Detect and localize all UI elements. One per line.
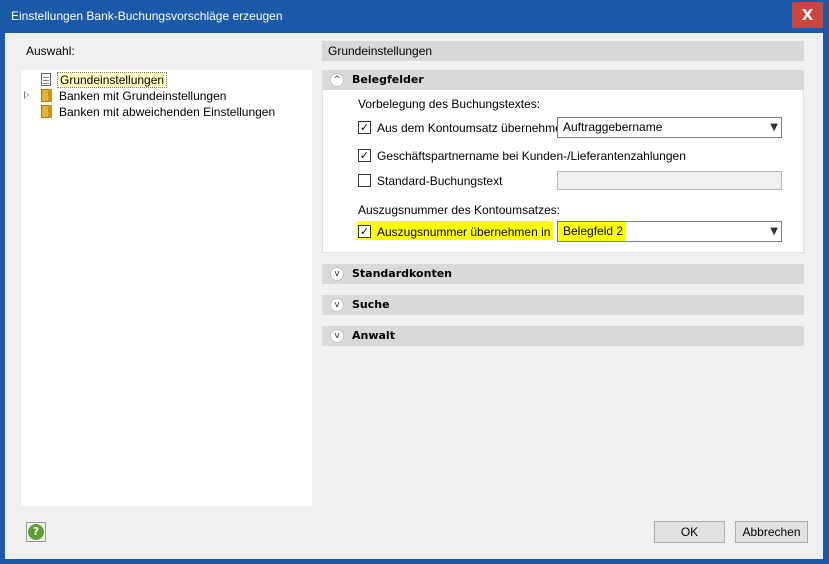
group-header-anwalt[interactable]: v Anwalt [322, 326, 804, 346]
tree-item-label: Banken mit abweichenden Einstellungen [59, 105, 276, 119]
chevron-down-icon: ▼ [770, 122, 778, 133]
group-title: Suche [352, 298, 390, 311]
cancel-button[interactable]: Abbrechen [735, 521, 808, 543]
standard-buchungstext-input [557, 171, 782, 190]
section-label-auszugsnummer: Auszugsnummer des Kontoumsatzes: [358, 203, 561, 217]
group-header-suche[interactable]: v Suche [322, 295, 804, 315]
checkbox-standard-buchungstext[interactable] [358, 174, 371, 187]
chevron-down-icon[interactable]: v [330, 329, 344, 343]
checkbox-label: Auszugsnummer übernehmen in [377, 225, 551, 239]
document-icon [41, 73, 51, 86]
selection-label: Auswahl: [26, 44, 75, 58]
checkbox-auszugsnummer[interactable]: ✓ [358, 225, 371, 238]
help-button[interactable]: ? [26, 522, 46, 542]
group-header-belegfelder[interactable]: ^ Belegfelder [322, 70, 804, 90]
expand-arrow-icon[interactable] [24, 91, 29, 99]
title-bar[interactable]: Einstellungen Bank-Buchungsvorschläge er… [0, 0, 829, 33]
tree-item-label: Banken mit Grundeinstellungen [59, 89, 227, 103]
dialog-client-area: Auswahl: Grundeinstellungen Banken mit G… [5, 33, 823, 559]
dialog-window: Einstellungen Bank-Buchungsvorschläge er… [0, 0, 829, 564]
group-header-standardkonten[interactable]: v Standardkonten [322, 264, 804, 284]
folder-icon [41, 105, 52, 118]
section-label-buchungstext: Vorbelegung des Buchungstextes: [358, 97, 541, 111]
dropdown-value: Belegfeld 2 [563, 224, 624, 238]
checkbox-kontoumsatz[interactable]: ✓ [358, 121, 371, 134]
close-button[interactable]: X [792, 2, 823, 28]
buchungstext-dropdown[interactable]: Auftraggebername ▼ [557, 117, 782, 138]
help-icon: ? [28, 524, 44, 540]
checkbox-label: Aus dem Kontoumsatz übernehmen [377, 121, 569, 135]
checkbox-label: Geschäftspartnername bei Kunden-/Liefera… [377, 149, 686, 163]
belegfelder-body: Vorbelegung des Buchungstextes: ✓ Aus de… [322, 90, 804, 253]
chevron-up-icon[interactable]: ^ [330, 73, 344, 87]
ok-button[interactable]: OK [654, 521, 725, 543]
folder-icon [41, 89, 52, 102]
group-title: Belegfelder [352, 73, 424, 86]
auszugsnummer-dropdown[interactable]: Belegfeld 2 ▼ [557, 221, 782, 242]
close-icon: X [801, 6, 814, 24]
window-title: Einstellungen Bank-Buchungsvorschläge er… [11, 9, 283, 23]
tree-item-label: Grundeinstellungen [57, 72, 168, 88]
group-title: Standardkonten [352, 267, 452, 280]
chevron-down-icon[interactable]: v [330, 298, 344, 312]
checkbox-label: Standard-Buchungstext [377, 174, 503, 188]
group-title: Anwalt [352, 329, 395, 342]
chevron-down-icon: ▼ [770, 226, 778, 237]
settings-tree[interactable]: Grundeinstellungen Banken mit Grundeinst… [21, 70, 312, 506]
panel-header: Grundeinstellungen [322, 41, 804, 61]
chevron-down-icon[interactable]: v [330, 267, 344, 281]
checkbox-geschaeftspartner[interactable]: ✓ [358, 149, 371, 162]
dropdown-value: Auftraggebername [563, 120, 663, 134]
